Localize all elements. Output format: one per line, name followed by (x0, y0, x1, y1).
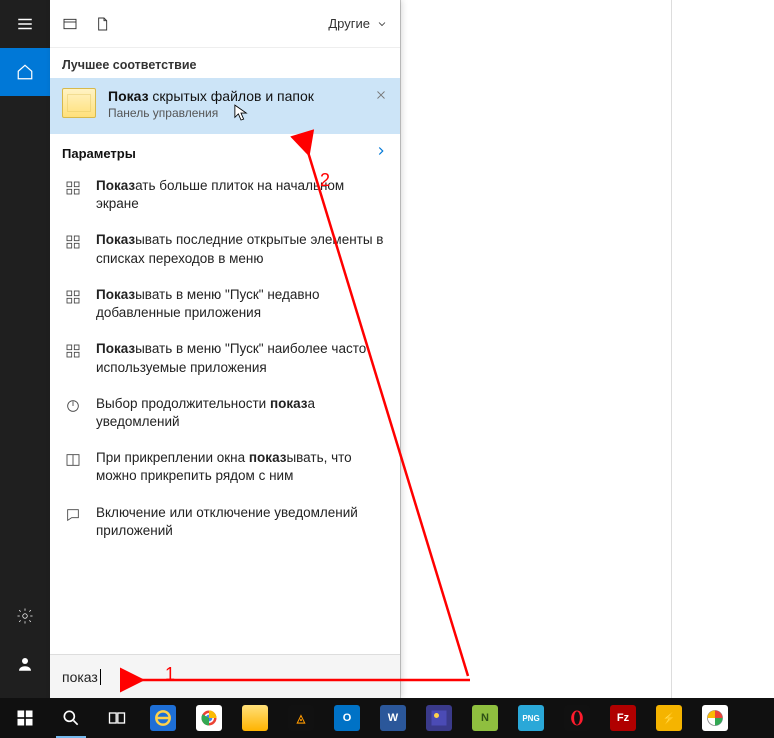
tiles-icon (64, 342, 82, 360)
result-item[interactable]: При прикреплении окна показывать, что мо… (50, 441, 400, 495)
search-input-text: показ (62, 669, 98, 685)
tiles-icon (64, 179, 82, 197)
opera-app[interactable] (554, 698, 600, 738)
task-view-icon[interactable] (94, 698, 140, 738)
filter-dropdown[interactable]: Другие (328, 16, 388, 31)
power-icon (64, 397, 82, 415)
paintnet-app[interactable] (416, 698, 462, 738)
parameters-label: Параметры (62, 146, 136, 161)
result-text: Включение или отключение уведомлений при… (96, 504, 386, 540)
snap-icon (64, 451, 82, 469)
notepadpp-app[interactable]: N (462, 698, 508, 738)
result-item[interactable]: Показывать в меню "Пуск" наиболее часто … (50, 332, 400, 386)
picasa-app[interactable] (692, 698, 738, 738)
result-item[interactable]: Показывать последние открытые элементы в… (50, 223, 400, 277)
chevron-down-icon (376, 18, 388, 30)
amp-app[interactable]: ⚡ (646, 698, 692, 738)
hamburger-icon[interactable] (0, 0, 50, 48)
start-rail (0, 0, 50, 698)
start-button[interactable] (2, 698, 48, 738)
user-icon[interactable] (0, 640, 50, 688)
result-text: Выбор продолжительности показа уведомлен… (96, 395, 386, 431)
chat-icon (64, 506, 82, 524)
best-match-subtitle: Панель управления (108, 106, 388, 120)
result-item[interactable]: Выбор продолжительности показа уведомлен… (50, 387, 400, 441)
png-app[interactable]: PNG (508, 698, 554, 738)
settings-icon[interactable] (0, 592, 50, 640)
result-text: Показывать последние открытые элементы в… (96, 231, 386, 267)
word-app[interactable]: W (370, 698, 416, 738)
filter-label: Другие (328, 16, 370, 31)
apps-filter-icon[interactable] (62, 16, 78, 32)
outlook-app[interactable]: O (324, 698, 370, 738)
results-list: Показать больше плиток на начальном экра… (50, 169, 400, 654)
result-item[interactable]: Показать больше плиток на начальном экра… (50, 169, 400, 223)
search-panel: Другие Лучшее соответствие Показ скрытых… (50, 0, 400, 698)
folder-icon (62, 88, 96, 118)
ie-app[interactable] (140, 698, 186, 738)
tiles-icon (64, 233, 82, 251)
result-text: Показать больше плиток на начальном экра… (96, 177, 386, 213)
result-text: Показывать в меню "Пуск" недавно добавле… (96, 286, 386, 322)
result-text: Показывать в меню "Пуск" наиболее часто … (96, 340, 386, 376)
text-caret (100, 669, 101, 685)
documents-filter-icon[interactable] (94, 16, 110, 32)
best-match-label: Лучшее соответствие (50, 48, 400, 78)
chevron-right-icon[interactable] (374, 144, 388, 163)
chrome-app[interactable] (186, 698, 232, 738)
search-box[interactable]: показ (50, 654, 400, 698)
close-icon[interactable] (374, 88, 390, 104)
cursor-icon (234, 104, 248, 122)
tiles-icon (64, 288, 82, 306)
taskbar-search-icon[interactable] (48, 698, 94, 738)
best-match-title: Показ скрытых файлов и папок (108, 88, 388, 104)
best-match-item[interactable]: Показ скрытых файлов и папок Панель упра… (50, 78, 400, 134)
aimp-app[interactable]: ◬ (278, 698, 324, 738)
taskbar: ◬ O W N PNG Fz ⚡ (0, 698, 774, 738)
home-icon[interactable] (0, 48, 50, 96)
parameters-header: Параметры (50, 134, 400, 169)
result-text: При прикреплении окна показывать, что мо… (96, 449, 386, 485)
result-item[interactable]: Включение или отключение уведомлений при… (50, 496, 400, 550)
filezilla-app[interactable]: Fz (600, 698, 646, 738)
result-item[interactable]: Показывать в меню "Пуск" недавно добавле… (50, 278, 400, 332)
panel-header: Другие (50, 0, 400, 48)
explorer-app[interactable] (232, 698, 278, 738)
desktop-background (400, 0, 774, 698)
